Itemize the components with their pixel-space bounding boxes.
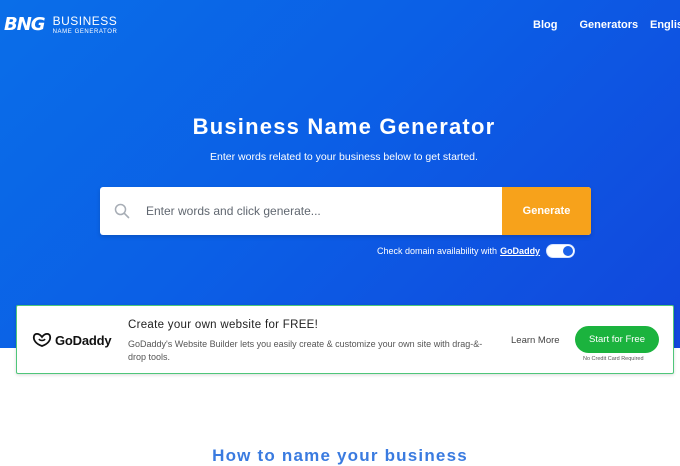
logo-text: BUSINESS NAME GENERATOR xyxy=(53,15,118,35)
search-bar: Generate xyxy=(100,187,591,235)
generate-button[interactable]: Generate xyxy=(502,187,591,235)
page-title: Business Name Generator xyxy=(192,114,496,139)
start-for-free-button[interactable]: Start for Free xyxy=(575,326,659,353)
nav-language[interactable]: English xyxy=(650,19,680,31)
top-nav: Blog Generators English xyxy=(533,19,680,31)
nav-blog[interactable]: Blog xyxy=(533,19,557,31)
logo[interactable]: BNG BUSINESS NAME GENERATOR xyxy=(4,14,117,35)
no-credit-card-note: No Credit Card Required xyxy=(583,356,644,362)
godaddy-wordmark: GoDaddy xyxy=(55,332,112,348)
ad-title: Create your own website for FREE! xyxy=(128,319,319,331)
nav-generators[interactable]: Generators xyxy=(579,19,638,31)
learn-more-link[interactable]: Learn More xyxy=(511,335,560,346)
logo-mark: BNG xyxy=(4,14,46,35)
godaddy-logo-icon xyxy=(32,332,52,347)
domain-check-label: Check domain availability with xyxy=(377,246,498,256)
page-subtitle: Enter words related to your business bel… xyxy=(210,151,478,163)
toggle-knob xyxy=(563,246,574,256)
logo-line-2: NAME GENERATOR xyxy=(52,28,118,35)
search-icon xyxy=(100,187,144,235)
domain-check-row: Check domain availability with GoDaddy xyxy=(377,244,576,258)
godaddy-ad-card: GoDaddy Create your own website for FREE… xyxy=(16,305,674,374)
logo-line-1: BUSINESS xyxy=(52,13,118,28)
godaddy-link[interactable]: GoDaddy xyxy=(500,246,540,256)
godaddy-logo[interactable]: GoDaddy xyxy=(32,332,112,348)
section-heading: How to name your business xyxy=(212,446,468,465)
domain-check-toggle[interactable] xyxy=(546,244,576,258)
search-input[interactable] xyxy=(144,187,502,235)
ad-description: GoDaddy's Website Builder lets you easil… xyxy=(128,339,483,362)
hero-section: BNG BUSINESS NAME GENERATOR Blog Generat… xyxy=(0,0,680,348)
